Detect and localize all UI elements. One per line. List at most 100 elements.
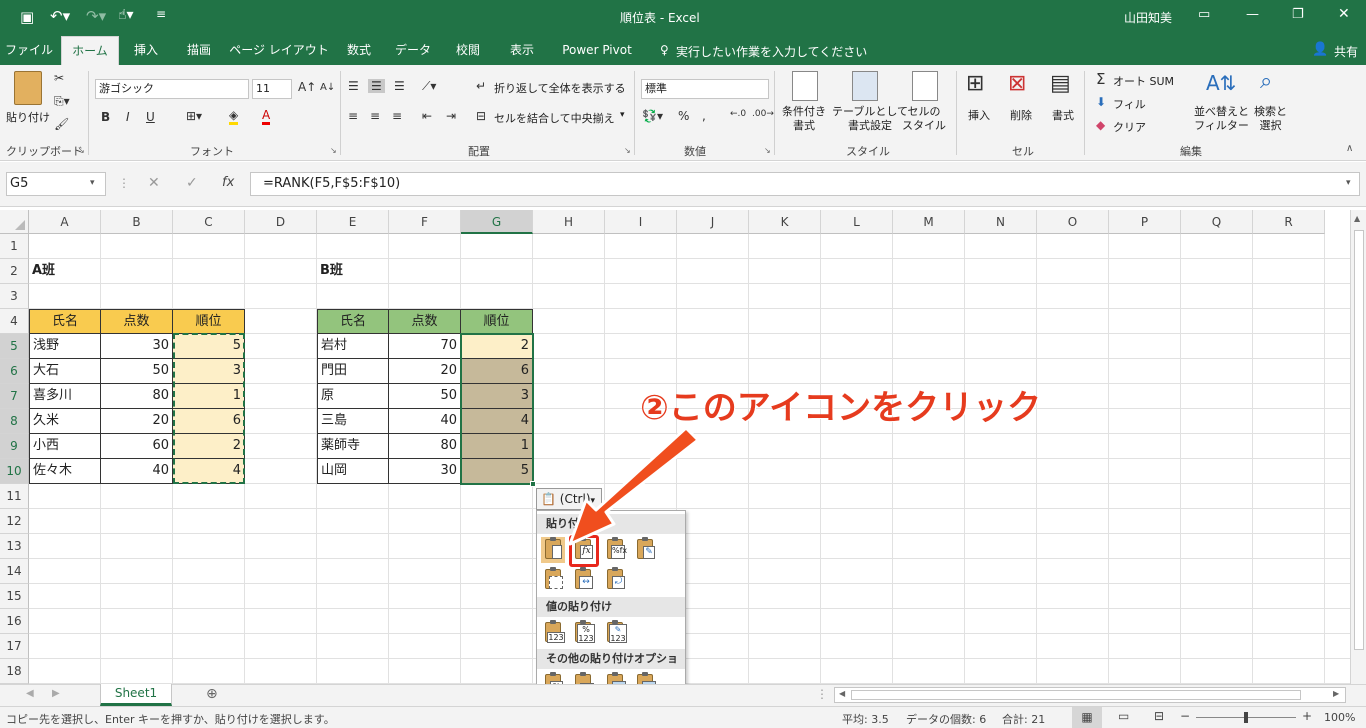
column-header-K[interactable]: K	[749, 210, 821, 234]
table-b-score-cell[interactable]: 30	[389, 459, 461, 484]
tab-insert[interactable]: 挿入	[122, 36, 170, 65]
scroll-up-icon[interactable]: ▲	[1354, 214, 1360, 223]
row-header-3[interactable]: 3	[0, 284, 29, 309]
selection-range[interactable]	[460, 333, 534, 485]
increase-indent-icon[interactable]: ⇥	[446, 109, 456, 123]
column-header-G[interactable]: G	[461, 210, 533, 234]
table-b-score-cell[interactable]: 20	[389, 359, 461, 384]
fill-icon[interactable]: ⬇	[1096, 95, 1106, 109]
table-b-name-cell[interactable]: 薬師寺	[317, 434, 389, 459]
align-right-icon[interactable]: ≡	[392, 109, 402, 123]
column-header-P[interactable]: P	[1109, 210, 1181, 234]
column-header-I[interactable]: I	[605, 210, 677, 234]
sort-filter-button[interactable]: 並べ替えと フィルター	[1194, 105, 1249, 133]
zoom-in-icon[interactable]: +	[1302, 709, 1312, 723]
no-borders-icon[interactable]	[541, 567, 565, 593]
vertical-scrollbar[interactable]: ▲	[1350, 210, 1366, 684]
clipboard-launcher-icon[interactable]: ↘	[78, 146, 85, 155]
align-center-icon[interactable]: ≡	[370, 109, 380, 123]
table-a-name-cell[interactable]: 浅野	[29, 334, 101, 359]
column-header-F[interactable]: F	[389, 210, 461, 234]
paste-icon[interactable]	[14, 71, 42, 105]
column-header-H[interactable]: H	[533, 210, 605, 234]
cell-styles-icon[interactable]	[912, 71, 938, 101]
tab-page-layout[interactable]: ページ レイアウト	[228, 36, 330, 65]
fill-handle[interactable]	[530, 481, 536, 487]
row-header-6[interactable]: 6	[0, 359, 29, 384]
restore-icon[interactable]: ❐	[1292, 7, 1304, 22]
new-sheet-icon[interactable]: ⊕	[206, 686, 218, 702]
table-a-name-cell[interactable]: 小西	[29, 434, 101, 459]
format-cells-icon[interactable]: ▤	[1050, 71, 1071, 96]
ribbon-display-icon[interactable]: ▭	[1198, 7, 1210, 22]
sort-filter-icon[interactable]: A⇅	[1206, 71, 1236, 95]
orientation-icon[interactable]: ⟋▾	[422, 79, 436, 94]
decrease-decimal-icon[interactable]: .00→	[752, 109, 774, 119]
tab-review[interactable]: 校閲	[443, 36, 493, 65]
table-a-name-cell[interactable]: 大石	[29, 359, 101, 384]
table-a-score-cell[interactable]: 20	[101, 409, 173, 434]
row-header-15[interactable]: 15	[0, 584, 29, 609]
decrease-indent-icon[interactable]: ⇤	[422, 109, 432, 123]
cut-icon[interactable]: ✂	[54, 71, 64, 85]
row-header-7[interactable]: 7	[0, 384, 29, 409]
format-as-table-button[interactable]: テーブルとして 書式設定	[832, 105, 908, 133]
copy-icon[interactable]: ⎘▾	[54, 94, 70, 109]
row-header-16[interactable]: 16	[0, 609, 29, 634]
insert-function-icon[interactable]: fx	[222, 175, 234, 190]
column-header-N[interactable]: N	[965, 210, 1037, 234]
column-header-O[interactable]: O	[1037, 210, 1109, 234]
paste-button-label[interactable]: 貼り付け	[6, 109, 50, 125]
tab-data[interactable]: データ	[388, 36, 438, 65]
column-header-D[interactable]: D	[245, 210, 317, 234]
comma-style-icon[interactable]: ,	[702, 109, 706, 123]
row-header-18[interactable]: 18	[0, 659, 29, 684]
tab-view[interactable]: 表示	[498, 36, 546, 65]
select-all-corner[interactable]	[0, 210, 29, 234]
tab-home[interactable]: ホーム	[61, 36, 119, 65]
touch-mode-icon[interactable]: ☝▾	[118, 7, 134, 23]
vertical-scroll-thumb[interactable]	[1354, 230, 1364, 650]
customize-qat-icon[interactable]: ≡	[156, 7, 166, 21]
row-header-12[interactable]: 12	[0, 509, 29, 534]
table-b-score-cell[interactable]: 50	[389, 384, 461, 409]
cell-styles-button[interactable]: セルの スタイル	[902, 105, 946, 133]
table-a-score-cell[interactable]: 50	[101, 359, 173, 384]
tab-file[interactable]: ファイル	[0, 36, 58, 65]
paste-values-number-format-icon[interactable]: % 123	[571, 620, 595, 646]
tab-power-pivot[interactable]: Power Pivot	[551, 36, 643, 65]
borders-icon[interactable]: ⊞▾	[186, 109, 202, 123]
column-header-L[interactable]: L	[821, 210, 893, 234]
tell-me-input[interactable]: 実行したい作業を入力してください	[676, 43, 867, 60]
formula-input[interactable]: =RANK(F5,F$5:F$10)	[250, 172, 1360, 196]
row-header-4[interactable]: 4	[0, 309, 29, 334]
bold-button[interactable]: B	[101, 110, 110, 124]
merge-icon[interactable]: ⊟	[476, 109, 486, 123]
delete-cells-button[interactable]: 削除	[1010, 107, 1032, 123]
cancel-icon[interactable]: ✕	[148, 175, 160, 191]
column-header-E[interactable]: E	[317, 210, 389, 234]
table-b-name-cell[interactable]: 山岡	[317, 459, 389, 484]
tab-formulas[interactable]: 数式	[335, 36, 383, 65]
row-header-13[interactable]: 13	[0, 534, 29, 559]
insert-cells-icon[interactable]: ⊞	[966, 71, 984, 96]
percent-style-icon[interactable]: %	[678, 109, 689, 123]
share-icon[interactable]: 👤	[1312, 42, 1328, 57]
find-select-icon[interactable]: ⌕	[1260, 69, 1272, 94]
scroll-right-icon[interactable]: ▶	[1333, 689, 1339, 698]
autosum-button[interactable]: オート SUM	[1113, 73, 1174, 89]
insert-cells-button[interactable]: 挿入	[968, 107, 990, 123]
table-a-header[interactable]: 氏名	[29, 309, 101, 334]
table-a-name-cell[interactable]: 久米	[29, 409, 101, 434]
horizontal-scrollbar[interactable]: ◀ ▶	[834, 687, 1346, 703]
row-header-5[interactable]: 5	[0, 334, 29, 359]
format-cells-button[interactable]: 書式	[1052, 107, 1074, 123]
table-b-header[interactable]: 氏名	[317, 309, 389, 334]
normal-view-icon[interactable]: ▦	[1072, 707, 1102, 728]
format-as-table-icon[interactable]	[852, 71, 878, 101]
align-middle-icon[interactable]: ☰	[368, 79, 385, 93]
redo-icon[interactable]: ↷▾	[86, 7, 106, 25]
merge-dropdown-icon[interactable]: ▾	[620, 110, 625, 120]
autosum-icon[interactable]: Σ	[1096, 70, 1105, 88]
number-format-select[interactable]: 標準	[641, 79, 769, 99]
